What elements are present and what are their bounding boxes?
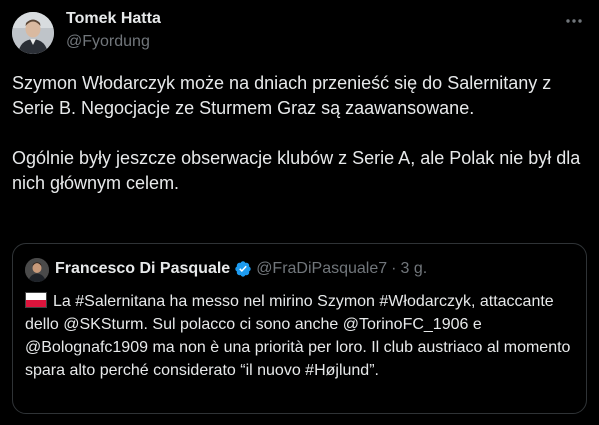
quote-timestamp[interactable]: 3 g. <box>400 260 427 278</box>
avatar-image <box>12 12 54 54</box>
tweet: Tomek Hatta @Fyordung Szymon Włodarczyk … <box>0 0 599 425</box>
tweet-paragraph: Ogólnie były jeszcze obserwacje klubów z… <box>12 148 581 193</box>
author-name[interactable]: Tomek Hatta <box>66 10 161 28</box>
quote-text: La #Salernitana ha messo nel mirino Szym… <box>25 293 571 379</box>
author-avatar[interactable] <box>12 12 54 54</box>
verified-badge-icon <box>235 261 251 277</box>
more-horizontal-icon <box>566 19 582 23</box>
quote-author-handle[interactable]: @FraDiPasquale7 <box>256 260 387 278</box>
separator-dot: · <box>391 260 397 277</box>
quote-avatar-image <box>25 258 49 282</box>
quoted-tweet[interactable]: Francesco Di Pasquale @FraDiPasquale7 · … <box>12 243 587 414</box>
tweet-text: Szymon Włodarczyk może na dniach przenie… <box>12 71 587 196</box>
author-handle[interactable]: @Fyordung <box>66 33 150 51</box>
quote-author-name[interactable]: Francesco Di Pasquale <box>55 260 230 278</box>
quote-text-block: La #Salernitana ha messo nel mirino Szym… <box>25 290 577 382</box>
more-options-button[interactable] <box>561 10 587 32</box>
quote-header: Francesco Di Pasquale @FraDiPasquale7 · … <box>55 260 427 278</box>
poland-flag-icon <box>25 292 47 308</box>
quote-author-avatar[interactable] <box>25 258 49 282</box>
tweet-paragraph: Szymon Włodarczyk może na dniach przenie… <box>12 73 552 118</box>
